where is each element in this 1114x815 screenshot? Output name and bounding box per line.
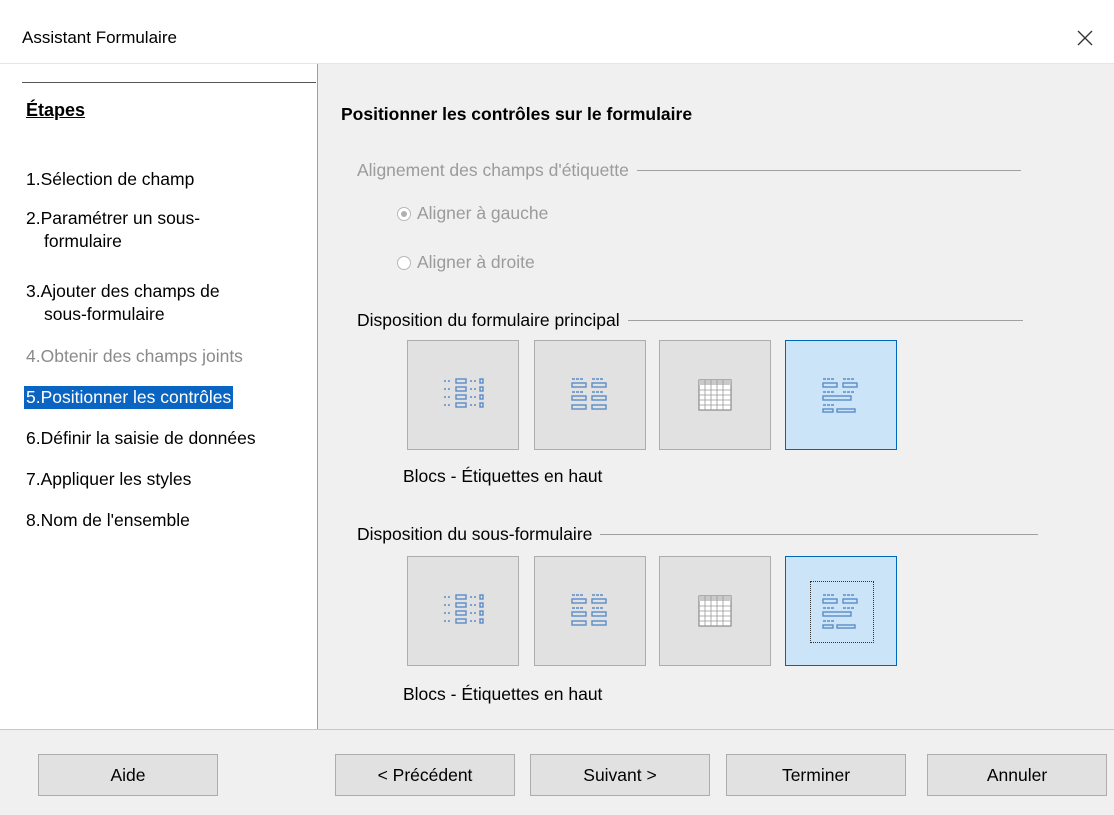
- sub-layout-options: [407, 556, 902, 666]
- step-number: 3.: [26, 281, 41, 301]
- step-8-set-name[interactable]: 8.Nom de l'ensemble: [24, 509, 192, 532]
- step-number: 6.: [26, 428, 41, 448]
- step-label: Positionner les contrôles: [40, 387, 232, 407]
- sub-layout-caption: Blocs - Étiquettes en haut: [403, 684, 603, 704]
- align-right-label: Aligner à droite: [417, 252, 535, 272]
- step-1-field-selection[interactable]: 1.Sélection de champ: [24, 168, 196, 191]
- help-button[interactable]: Aide: [38, 754, 218, 796]
- sub-layout-datasheet[interactable]: [659, 556, 771, 666]
- steps-divider: [22, 82, 316, 83]
- main-layout-blocks-top[interactable]: [785, 340, 897, 450]
- previous-button[interactable]: < Précédent: [335, 754, 515, 796]
- step-3-subform-fields[interactable]: 3.Ajouter des champs de sous-formulaire: [24, 280, 222, 326]
- step-label: Définir la saisie de données: [40, 428, 256, 448]
- steps-heading: Étapes: [26, 100, 86, 120]
- align-left-radio[interactable]: Aligner à gauche: [397, 203, 548, 224]
- step-5-arrange-controls[interactable]: 5.Positionner les contrôles: [24, 386, 234, 409]
- group-divider: [600, 534, 1039, 535]
- columnar-labels-left-icon: [444, 594, 484, 624]
- title-bar: Assistant Formulaire: [0, 0, 1114, 64]
- sub-layout-blocks-top[interactable]: [785, 556, 897, 666]
- datasheet-grid-icon: [698, 379, 732, 411]
- button-bar: Aide < Précédent Suivant > Terminer Annu…: [0, 729, 1114, 815]
- content-pane: Positionner les contrôles sur le formula…: [319, 64, 1114, 729]
- step-7-apply-styles[interactable]: 7.Appliquer les styles: [24, 468, 193, 491]
- align-right-radio[interactable]: Aligner à droite: [397, 252, 535, 273]
- step-label: Sélection de champ: [40, 169, 195, 189]
- focus-ring: [810, 581, 874, 643]
- step-label: Obtenir des champs joints: [40, 346, 243, 366]
- main-layout-group: Disposition du formulaire principal: [357, 310, 1023, 331]
- group-divider: [627, 320, 1023, 321]
- step-label: Paramétrer un sous-: [40, 208, 201, 228]
- step-number: 4.: [26, 346, 41, 366]
- sub-layout-title: Disposition du sous-formulaire: [357, 524, 593, 544]
- step-4-joined-fields: 4.Obtenir des champs joints: [24, 345, 245, 368]
- next-button[interactable]: Suivant >: [530, 754, 710, 796]
- main-layout-columnar-top[interactable]: [534, 340, 646, 450]
- step-number: 5.: [26, 387, 41, 407]
- label-alignment-group: Alignement des champs d'étiquette: [357, 160, 1021, 181]
- blocks-labels-top-icon: [822, 378, 858, 413]
- cancel-button[interactable]: Annuler: [927, 754, 1107, 796]
- step-6-data-entry[interactable]: 6.Définir la saisie de données: [24, 427, 258, 450]
- columnar-labels-top-icon: [571, 594, 607, 626]
- main-layout-caption: Blocs - Étiquettes en haut: [403, 466, 603, 486]
- step-number: 2.: [26, 208, 41, 228]
- main-layout-datasheet[interactable]: [659, 340, 771, 450]
- step-label-continued: formulaire: [44, 231, 122, 251]
- step-2-subform[interactable]: 2.Paramétrer un sous- formulaire: [24, 207, 202, 253]
- columnar-labels-top-icon: [571, 378, 607, 410]
- radio-unchecked-icon: [397, 255, 411, 270]
- sub-layout-columnar-left[interactable]: [407, 556, 519, 666]
- datasheet-grid-icon: [698, 595, 732, 627]
- page-title: Positionner les contrôles sur le formula…: [341, 104, 693, 124]
- step-number: 1.: [26, 169, 41, 189]
- close-icon: [1077, 30, 1093, 46]
- step-label: Nom de l'ensemble: [40, 510, 190, 530]
- main-layout-columnar-left[interactable]: [407, 340, 519, 450]
- step-number: 7.: [26, 469, 41, 489]
- steps-pane: Étapes 1.Sélection de champ 2.Paramétrer…: [0, 64, 318, 729]
- step-label: Appliquer les styles: [40, 469, 192, 489]
- step-number: 8.: [26, 510, 41, 530]
- step-label-continued: sous-formulaire: [44, 304, 165, 324]
- radio-checked-icon: [397, 206, 411, 221]
- window-title: Assistant Formulaire: [22, 28, 177, 47]
- columnar-labels-left-icon: [444, 378, 484, 408]
- sub-layout-group: Disposition du sous-formulaire: [357, 524, 1039, 545]
- finish-button[interactable]: Terminer: [726, 754, 906, 796]
- label-alignment-title: Alignement des champs d'étiquette: [357, 160, 629, 180]
- group-divider: [636, 170, 1021, 171]
- step-label: Ajouter des champs de: [40, 281, 220, 301]
- main-layout-options: [407, 340, 902, 450]
- close-button[interactable]: [1056, 18, 1114, 58]
- main-layout-title: Disposition du formulaire principal: [357, 310, 620, 330]
- align-left-label: Aligner à gauche: [417, 203, 549, 223]
- sub-layout-columnar-top[interactable]: [534, 556, 646, 666]
